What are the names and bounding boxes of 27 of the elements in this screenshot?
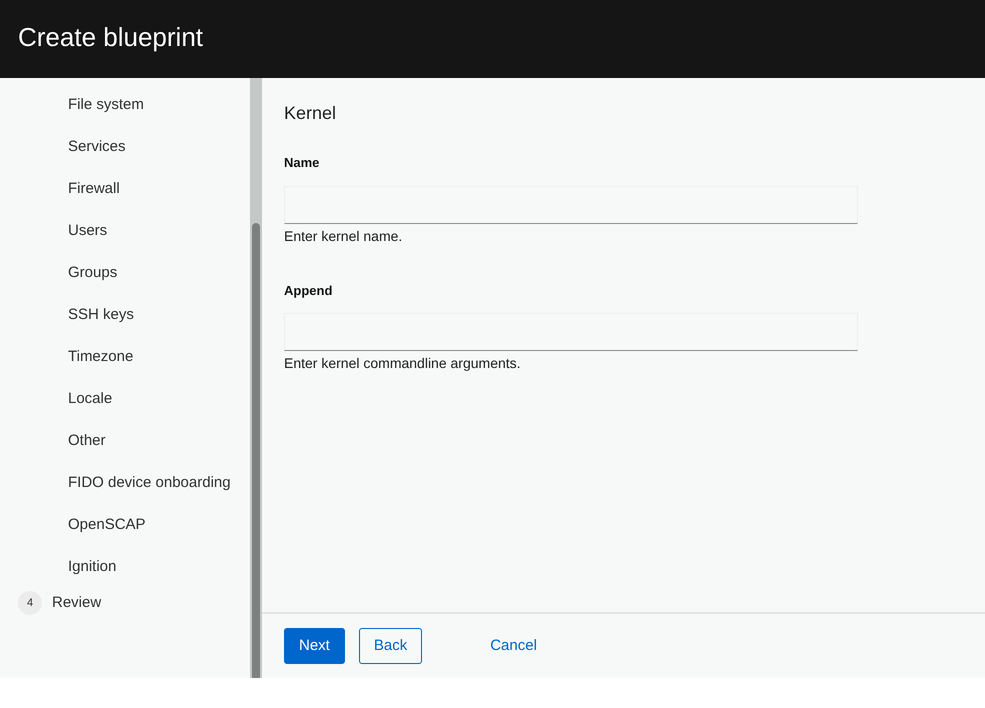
back-button[interactable]: Back [358, 628, 422, 664]
step-number: 4 [18, 591, 42, 615]
helper-text: Enter kernel name. [284, 226, 404, 246]
field-label: Name [284, 154, 320, 172]
nav-item[interactable]: File system [0, 94, 250, 115]
field-label: Append [284, 282, 334, 300]
nav-item[interactable]: Firewall [0, 178, 250, 199]
nav-item[interactable]: Other [0, 430, 250, 451]
scrollbar-thumb[interactable] [252, 223, 260, 678]
nav-item[interactable]: SSH keys [0, 304, 250, 325]
input-field[interactable] [284, 313, 858, 351]
scrollbar[interactable] [250, 78, 262, 678]
helper-text: Enter kernel commandline arguments. [284, 354, 522, 373]
nav-item[interactable]: Timezone [0, 346, 250, 367]
nav-item[interactable]: FIDO device onboarding [0, 472, 250, 493]
nav-item[interactable]: Users [0, 220, 250, 241]
nav-item[interactable]: Groups [0, 262, 250, 283]
input-field[interactable] [284, 186, 858, 224]
nav-item[interactable]: Ignition [0, 556, 250, 577]
section-title: Kernel [284, 102, 338, 125]
cancel-link[interactable]: Cancel [476, 628, 551, 664]
nav-item[interactable]: Review [52, 592, 102, 614]
next-button[interactable]: Next [284, 628, 345, 664]
window-title: Create blueprint [0, 0, 985, 78]
nav-item[interactable]: Services [0, 136, 250, 157]
nav-item[interactable]: Locale [0, 388, 250, 409]
nav-item[interactable]: OpenSCAP [0, 514, 250, 535]
